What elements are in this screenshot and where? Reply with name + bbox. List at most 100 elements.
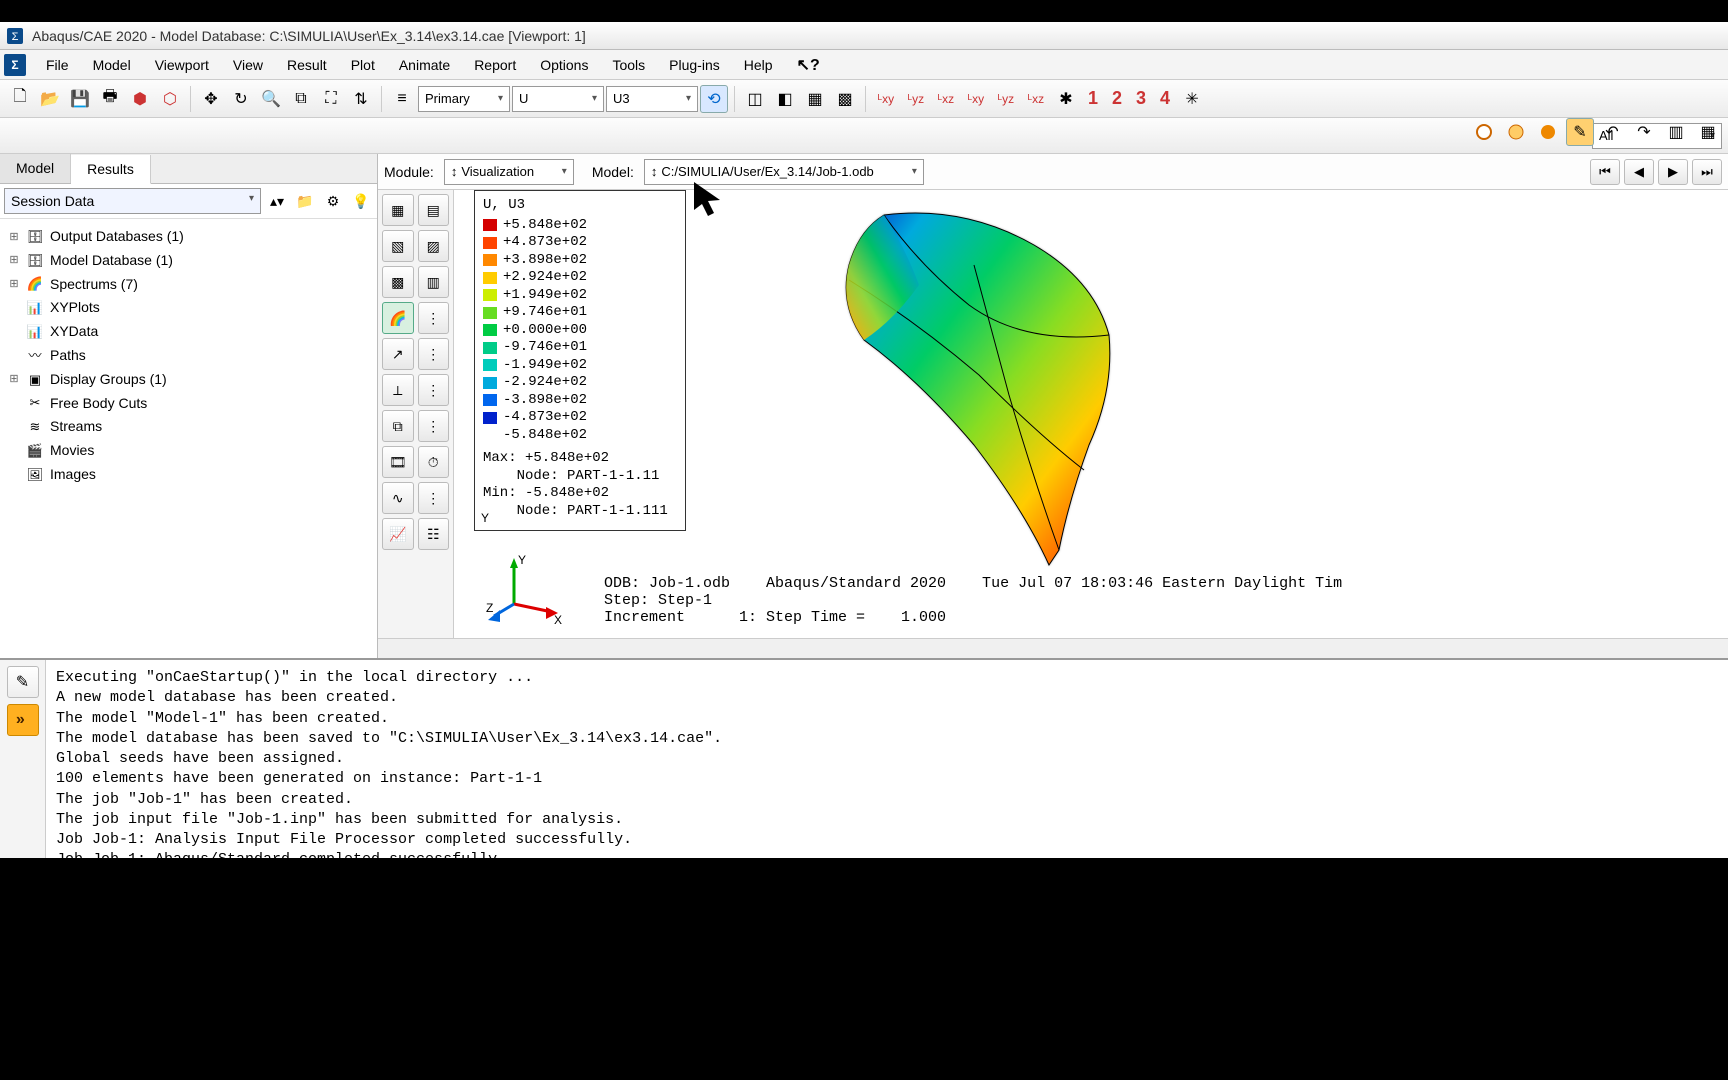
xy-data-icon[interactable]: ☷ — [418, 518, 450, 550]
csys-yz-icon[interactable]: ᴸyz — [902, 85, 930, 113]
tab-model[interactable]: Model — [0, 154, 71, 183]
menu-view[interactable]: View — [223, 53, 273, 77]
plot-material-icon[interactable]: ▩ — [382, 266, 414, 298]
fit-icon[interactable]: ⛶ — [317, 85, 345, 113]
print-icon[interactable]: 🖶 — [96, 85, 124, 113]
csys-xy2-icon[interactable]: ᴸxy — [962, 85, 990, 113]
plot-symbol-icon[interactable]: ↗ — [382, 338, 414, 370]
iso4-icon[interactable]: ▩ — [831, 85, 859, 113]
plot-orient-opts-icon[interactable]: ⋮ — [418, 374, 450, 406]
pan-icon[interactable]: ✥ — [197, 85, 225, 113]
plot-mesh-opts-icon[interactable]: ▨ — [418, 230, 450, 262]
animate-scale-icon[interactable]: 🎞 — [382, 446, 414, 478]
menu-file[interactable]: File — [36, 53, 79, 77]
new-icon[interactable]: 🗋 — [6, 85, 34, 113]
undo-icon[interactable]: ↶ — [1598, 118, 1626, 146]
view-3[interactable]: 3 — [1130, 88, 1152, 109]
redo-icon[interactable]: ↷ — [1630, 118, 1658, 146]
tree-item[interactable]: 📊XYData — [4, 320, 373, 344]
plot-undeformed-icon[interactable]: ▦ — [382, 194, 414, 226]
plot-deformed-opts-icon[interactable]: ▤ — [418, 194, 450, 226]
next-frame-icon[interactable]: ▶ — [1658, 159, 1688, 185]
field-type-combo[interactable]: Primary▾ — [418, 86, 510, 112]
menu-plugins[interactable]: Plug-ins — [659, 53, 730, 77]
tree-item[interactable]: 📊XYPlots — [4, 296, 373, 320]
animate-harmonic-icon[interactable]: ∿ — [382, 482, 414, 514]
view-2[interactable]: 2 — [1106, 88, 1128, 109]
plot-material-opts-icon[interactable]: ▥ — [418, 266, 450, 298]
triad2-icon[interactable]: ✳ — [1178, 85, 1206, 113]
tree-item[interactable]: 🖼Images — [4, 463, 373, 487]
rotate-icon[interactable]: ↻ — [227, 85, 255, 113]
tree-item[interactable]: 🎬Movies — [4, 439, 373, 463]
iso-icon[interactable]: ◫ — [741, 85, 769, 113]
tree-up-icon[interactable]: ▴▾ — [265, 189, 289, 213]
tab-results[interactable]: Results — [71, 155, 151, 184]
session-tree[interactable]: ⊞🗄Output Databases (1)⊞🗄Model Database (… — [0, 219, 377, 493]
save-icon[interactable]: 💾 — [66, 85, 94, 113]
render-paint-icon[interactable]: ✎ — [1566, 118, 1594, 146]
tree-link-icon[interactable]: ⚙ — [321, 189, 345, 213]
tree-bulb-icon[interactable]: 💡 — [349, 189, 373, 213]
context-help-icon[interactable]: ↖? — [797, 55, 820, 75]
menu-animate[interactable]: Animate — [389, 53, 460, 77]
tree-scope-combo[interactable]: Session Data▾ — [4, 188, 261, 214]
plot-overlay-icon[interactable]: ⧉ — [382, 410, 414, 442]
view-4[interactable]: 4 — [1154, 88, 1176, 109]
render-circle3-icon[interactable] — [1534, 118, 1562, 146]
expand-icon[interactable]: ⊞ — [8, 370, 20, 389]
plot-symbol-opts-icon[interactable]: ⋮ — [418, 338, 450, 370]
csys-xz2-icon[interactable]: ᴸxz — [1022, 85, 1050, 113]
zoom-box-icon[interactable]: ⧉ — [287, 85, 315, 113]
expand-icon[interactable]: ⊞ — [8, 228, 20, 247]
menu-viewport[interactable]: Viewport — [145, 53, 219, 77]
db-red-icon[interactable]: ⬢ — [126, 85, 154, 113]
component-combo[interactable]: U3▾ — [606, 86, 698, 112]
field-toggle-icon[interactable]: ≡ — [388, 85, 416, 113]
message-cli-icon[interactable]: » — [7, 704, 39, 736]
csys-xz-icon[interactable]: ᴸxz — [932, 85, 960, 113]
view-1[interactable]: 1 — [1082, 88, 1104, 109]
xy-curve-icon[interactable]: 📈 — [382, 518, 414, 550]
menu-tools[interactable]: Tools — [602, 53, 655, 77]
module-combo[interactable]: ↕ Visualization▾ — [444, 159, 574, 185]
menu-result[interactable]: Result — [277, 53, 337, 77]
expand-icon[interactable]: ⊞ — [8, 251, 20, 270]
layout-icon[interactable]: ▥ — [1662, 118, 1690, 146]
menu-report[interactable]: Report — [464, 53, 526, 77]
menu-model[interactable]: Model — [83, 53, 141, 77]
tree-folder-icon[interactable]: 📁 — [293, 189, 317, 213]
expand-icon[interactable]: ⊞ — [8, 275, 20, 294]
menu-help[interactable]: Help — [734, 53, 783, 77]
tree-item[interactable]: ≋Streams — [4, 415, 373, 439]
plot-overlay-opts-icon[interactable]: ⋮ — [418, 410, 450, 442]
render-circle2-icon[interactable] — [1502, 118, 1530, 146]
iso3-icon[interactable]: ▦ — [801, 85, 829, 113]
message-log[interactable]: Executing "onCaeStartup()" in the local … — [46, 660, 1728, 858]
tree-item[interactable]: ⊞🗄Model Database (1) — [4, 249, 373, 273]
iso2-icon[interactable]: ◧ — [771, 85, 799, 113]
animate-opts-icon[interactable]: ⋮ — [418, 482, 450, 514]
zoom-icon[interactable]: 🔍 — [257, 85, 285, 113]
tree-item[interactable]: 〰Paths — [4, 344, 373, 368]
sync-icon[interactable]: ⟲ — [700, 85, 728, 113]
variable-combo[interactable]: U▾ — [512, 86, 604, 112]
viewport-1[interactable]: U, U3 +5.848e+02+4.873e+02+3.898e+02+2.9… — [454, 190, 1728, 638]
model-path-combo[interactable]: ↕ C:/SIMULIA/User/Ex_3.14/Job-1.odb▾ — [644, 159, 924, 185]
prev-frame-icon[interactable]: ◀ — [1624, 159, 1654, 185]
tree-item[interactable]: ⊞🗄Output Databases (1) — [4, 225, 373, 249]
plot-orient-icon[interactable]: ⟂ — [382, 374, 414, 406]
render-circle1-icon[interactable] — [1470, 118, 1498, 146]
open-icon[interactable]: 📂 — [36, 85, 64, 113]
tree-item[interactable]: ⊞▣Display Groups (1) — [4, 368, 373, 392]
csys-yz2-icon[interactable]: ᴸyz — [992, 85, 1020, 113]
grid-icon[interactable]: ▦ — [1694, 118, 1722, 146]
db-red2-icon[interactable]: ⬡ — [156, 85, 184, 113]
menu-options[interactable]: Options — [530, 53, 598, 77]
first-frame-icon[interactable]: ⏮ — [1590, 159, 1620, 185]
triad-icon[interactable]: ✱ — [1052, 85, 1080, 113]
animate-time-icon[interactable]: ⏱ — [418, 446, 450, 478]
message-info-icon[interactable]: ✎ — [7, 666, 39, 698]
plot-contour-icon[interactable]: 🌈 — [382, 302, 414, 334]
tree-item[interactable]: ⊞🌈Spectrums (7) — [4, 273, 373, 297]
